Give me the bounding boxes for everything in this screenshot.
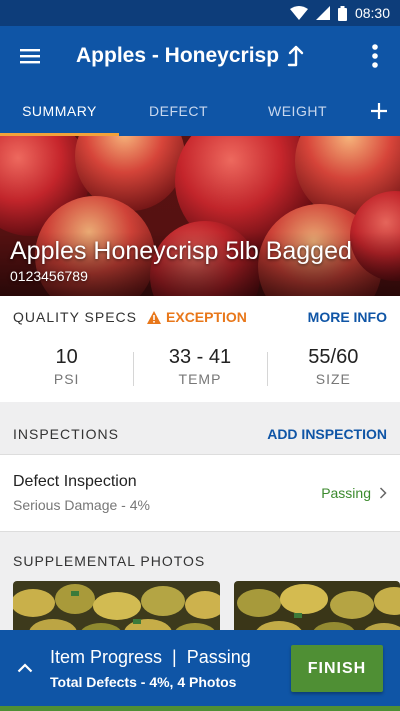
progress-label: Item Progress — [50, 646, 163, 667]
menu-icon — [20, 49, 40, 64]
tab-weight-label: WEIGHT — [268, 103, 327, 119]
spec-value: 55/60 — [308, 345, 359, 368]
tab-defect[interactable]: DEFECT — [119, 86, 238, 136]
inspection-subtitle: Serious Damage - 4% — [13, 497, 150, 513]
tab-bar: SUMMARY DEFECT WEIGHT — [0, 86, 400, 136]
upload-arrow-icon[interactable] — [287, 45, 305, 67]
spec-value: 33 - 41 — [168, 345, 232, 368]
warning-icon — [147, 310, 162, 324]
spec-psi: 10 PSI — [0, 346, 133, 387]
spec-label: SIZE — [315, 370, 351, 387]
progress-summary: Total Defects - 4%, 4 Photos — [50, 673, 237, 690]
add-tab-button[interactable] — [358, 86, 400, 136]
tab-defect-label: DEFECT — [149, 103, 208, 119]
tab-weight[interactable]: WEIGHT — [238, 86, 357, 136]
quality-specs-header: QUALITY SPECS EXCEPTION MORE INFO — [0, 296, 400, 338]
spec-label: TEMP — [178, 370, 222, 387]
inspection-status: Passing — [321, 485, 387, 501]
menu-button[interactable] — [0, 26, 60, 86]
status-bar: 08:30 — [0, 0, 400, 26]
product-sku: 0123456789 — [10, 268, 88, 284]
progress-separator: | — [172, 646, 177, 667]
inspection-info: Defect Inspection Serious Damage - 4% — [13, 473, 150, 513]
wifi-icon — [289, 6, 308, 20]
hero-text: Apples Honeycrisp 5lb Bagged 0123456789 — [10, 237, 352, 284]
spec-value: 10 — [55, 345, 78, 368]
progress-status: Passing — [186, 646, 251, 667]
supplemental-photos-heading: SUPPLEMENTAL PHOTOS — [13, 553, 206, 569]
app-bar: Apples - Honeycrisp — [0, 26, 400, 86]
more-vert-icon — [372, 44, 378, 68]
chevron-up-icon — [17, 663, 33, 673]
page-title: Apples - Honeycrisp — [76, 44, 350, 68]
spec-label: PSI — [53, 370, 80, 387]
quality-specs-heading: QUALITY SPECS — [13, 309, 138, 325]
battery-icon — [337, 5, 347, 21]
supplemental-photos-header: SUPPLEMENTAL PHOTOS — [0, 544, 400, 578]
inspection-title: Defect Inspection — [13, 473, 137, 490]
inspections-heading: INSPECTIONS — [13, 426, 119, 442]
product-name: Apples Honeycrisp 5lb Bagged — [10, 237, 352, 265]
expand-progress-button[interactable] — [0, 630, 50, 706]
exception-label: EXCEPTION — [166, 309, 247, 325]
more-options-button[interactable] — [350, 26, 400, 86]
progress-info: Item Progress | Passing Total Defects - … — [50, 647, 251, 690]
signal-icon — [315, 6, 330, 20]
spec-values: 10 PSI 33 - 41 TEMP 55/60 SIZE — [0, 338, 400, 394]
product-hero: Apples Honeycrisp 5lb Bagged 0123456789 — [0, 136, 400, 296]
item-progress-bar: Item Progress | Passing Total Defects - … — [0, 630, 400, 706]
quality-specs-card: QUALITY SPECS EXCEPTION MORE INFO 10 PSI… — [0, 296, 400, 402]
finish-button[interactable]: FINISH — [291, 645, 383, 692]
inspection-list-item[interactable]: Defect Inspection Serious Damage - 4% Pa… — [0, 454, 400, 532]
page-title-text: Apples - Honeycrisp — [76, 44, 280, 67]
tab-summary[interactable]: SUMMARY — [0, 86, 119, 136]
clock: 08:30 — [354, 5, 390, 21]
chevron-right-icon — [379, 487, 387, 499]
inspection-status-label: Passing — [321, 485, 371, 501]
progress-title: Item Progress | Passing — [50, 647, 251, 668]
more-info-link[interactable]: MORE INFO — [308, 309, 387, 325]
inspections-header: INSPECTIONS ADD INSPECTION — [0, 414, 400, 454]
exception-badge: EXCEPTION — [147, 309, 247, 325]
add-inspection-button[interactable]: ADD INSPECTION — [267, 426, 387, 442]
bottom-accent-strip — [0, 706, 400, 711]
spec-temp: 33 - 41 TEMP — [133, 346, 266, 387]
spec-size: 55/60 SIZE — [266, 345, 400, 387]
plus-icon — [371, 103, 387, 119]
tab-summary-label: SUMMARY — [22, 103, 97, 119]
